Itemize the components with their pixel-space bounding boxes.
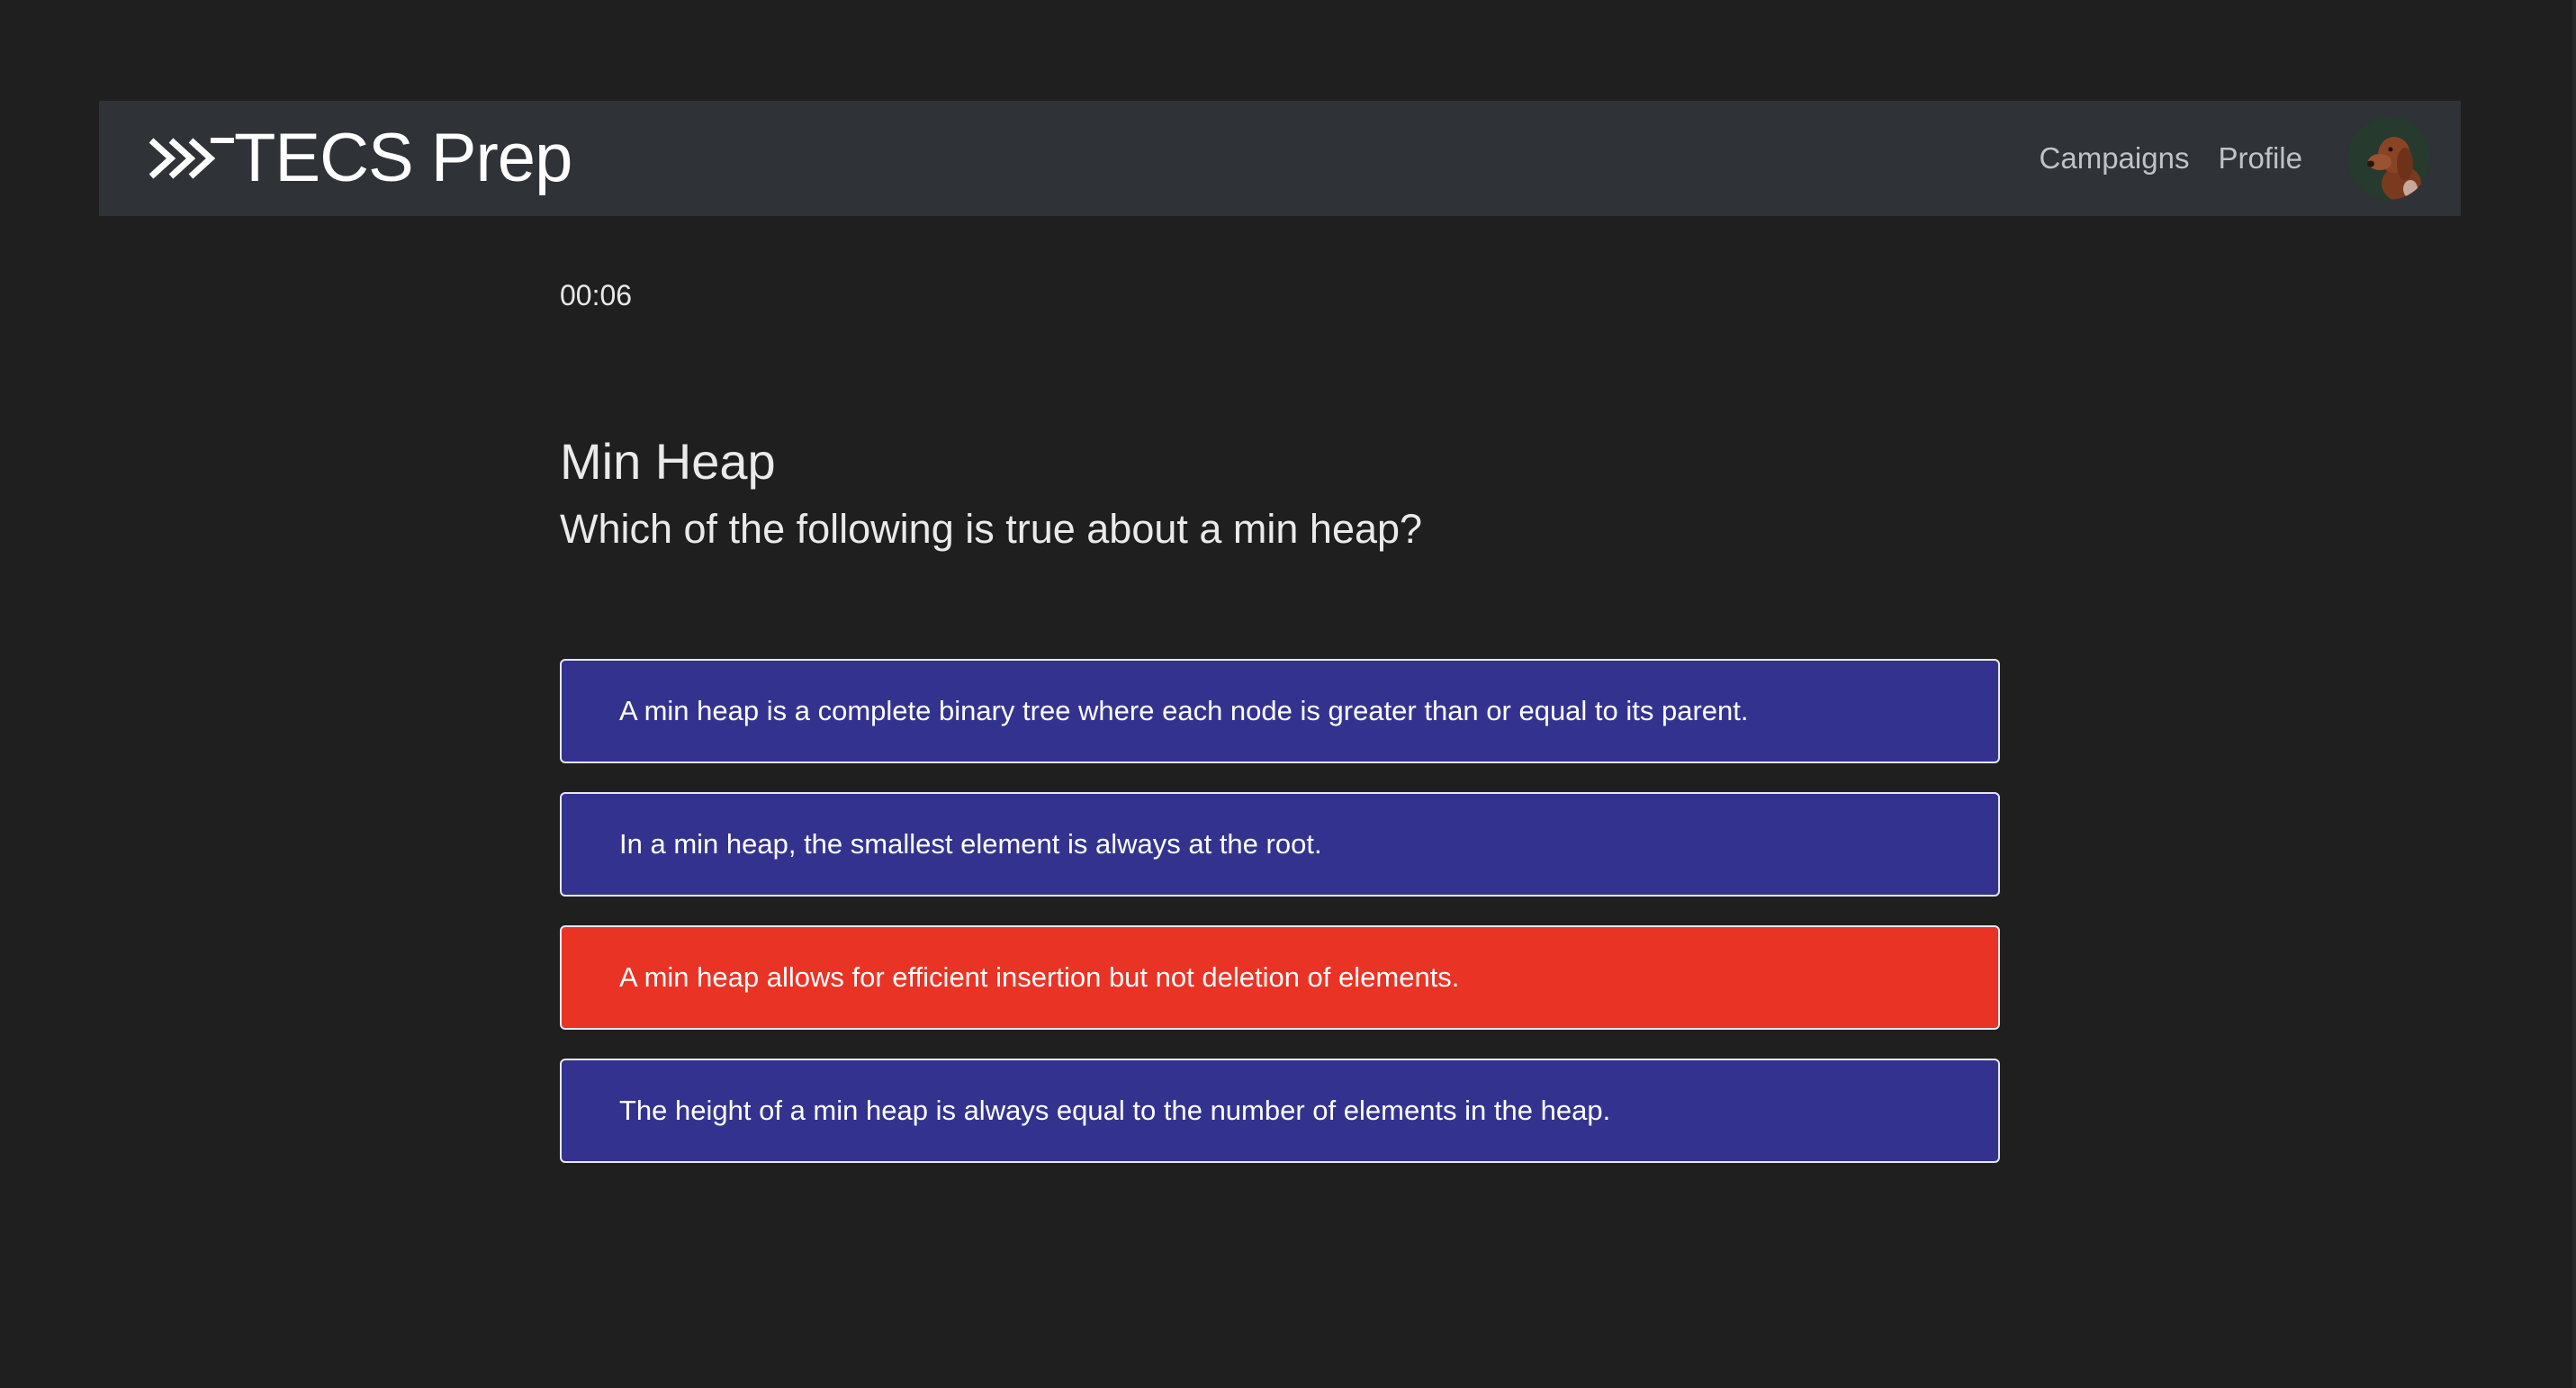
answer-option-2[interactable]: In a min heap, the smallest element is a… — [560, 792, 2000, 897]
nav-link-campaigns[interactable]: Campaigns — [2040, 141, 2190, 176]
question-text: Which of the following is true about a m… — [560, 506, 1423, 552]
answer-options: A min heap is a complete binary tree whe… — [560, 659, 2000, 1192]
double-chevron-logo-icon — [149, 138, 234, 179]
answer-option-1[interactable]: A min heap is a complete binary tree whe… — [560, 659, 2000, 763]
quiz-title: Min Heap — [560, 433, 776, 490]
top-navbar: TECS Prep Campaigns Profile — [99, 101, 2461, 216]
answer-option-4[interactable]: The height of a min heap is always equal… — [560, 1059, 2000, 1163]
dog-avatar-icon[interactable] — [2347, 117, 2430, 200]
brand-home-link[interactable]: TECS Prep — [148, 101, 572, 216]
brand-name: TECS Prep — [234, 120, 572, 196]
quiz-timer: 00:06 — [560, 279, 633, 311]
nav-links: Campaigns Profile — [2040, 101, 2461, 216]
app-window: TECS Prep Campaigns Profile 00:06 Min He… — [0, 0, 2576, 1388]
window-edge — [2572, 0, 2576, 1388]
nav-link-profile[interactable]: Profile — [2218, 141, 2302, 176]
avatar-image — [2347, 117, 2430, 200]
answer-option-3-incorrect[interactable]: A min heap allows for efficient insertio… — [560, 925, 2000, 1030]
